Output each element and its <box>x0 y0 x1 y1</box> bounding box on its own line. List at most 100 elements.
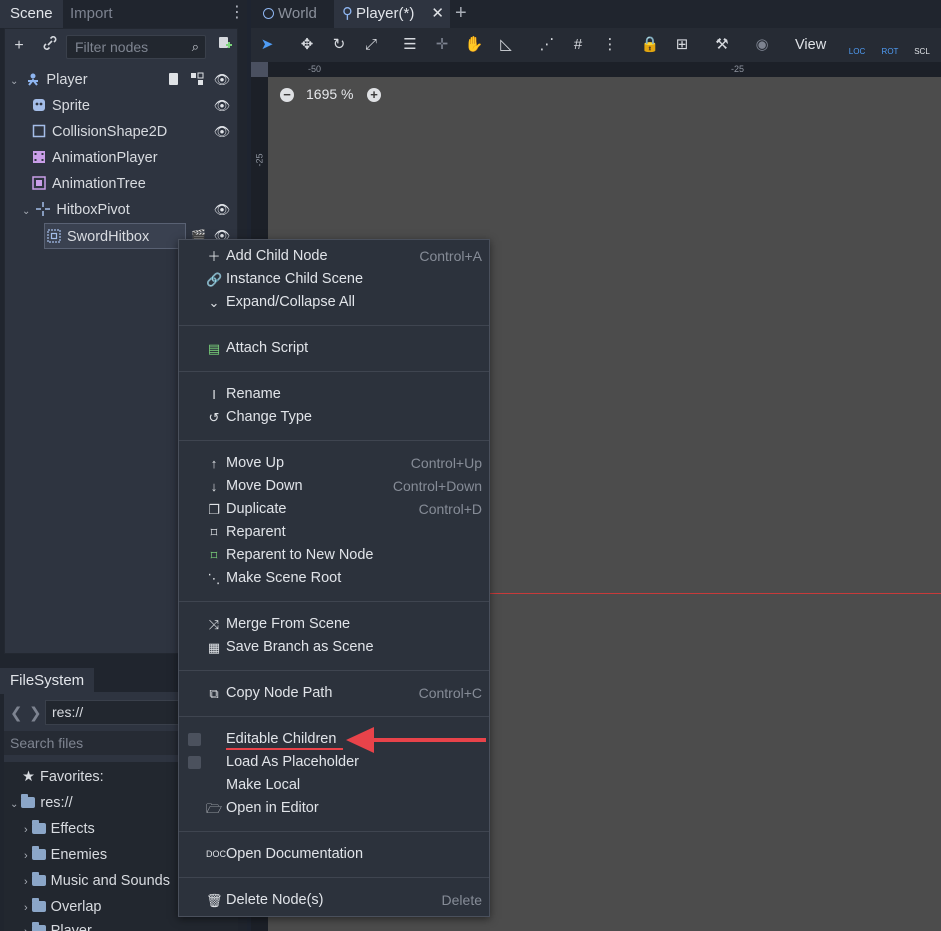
tree-row-animationtree[interactable]: AnimationTree <box>32 171 146 197</box>
tree-row-sprite[interactable]: Sprite <box>32 93 90 119</box>
menu-move-down[interactable]: ↓ Move Down Control+Down <box>179 475 489 498</box>
key-loc-icon[interactable]: LOC <box>845 33 869 57</box>
menu-change-type[interactable]: ↺ Change Type <box>179 406 489 429</box>
tree-row-collisionshape2d[interactable]: CollisionShape2D <box>32 119 167 145</box>
visibility-eye-icon[interactable]: 👁 <box>213 119 231 145</box>
visibility-eye-icon[interactable]: 👁 <box>213 197 231 223</box>
context-menu: ＋ Add Child Node Control+A 🔗 Instance Child… <box>178 239 490 917</box>
menu-delete-nodes[interactable]: 🗑 Delete Node(s) Delete <box>179 889 489 912</box>
folder-row[interactable]: › Music and Sounds <box>24 868 170 894</box>
move-mode-icon[interactable]: ✥ <box>295 33 319 57</box>
placeholder-checkbox[interactable] <box>188 756 201 769</box>
list-select-icon[interactable]: ☰ <box>398 33 422 57</box>
script-icon[interactable] <box>167 72 181 86</box>
zoom-out-button[interactable]: − <box>280 88 294 102</box>
folder-row[interactable]: › Enemies <box>24 842 107 868</box>
rotate-mode-icon[interactable]: ↻ <box>327 33 351 57</box>
res-root-row[interactable]: ⌄ res:// <box>10 790 73 816</box>
chevron-right-icon[interactable]: › <box>24 876 28 888</box>
chevron-right-icon[interactable]: › <box>24 824 28 836</box>
tree-row-animationplayer[interactable]: AnimationPlayer <box>32 145 158 171</box>
chevron-down-icon[interactable]: ⌄ <box>22 206 30 217</box>
ruler-mode-icon[interactable]: ◺ <box>494 33 518 57</box>
smart-snap-icon[interactable]: ⋰ <box>535 33 559 57</box>
folder-icon <box>31 872 46 886</box>
tab-label: World <box>278 5 317 22</box>
chevron-down-icon[interactable]: ⌄ <box>10 76 18 87</box>
horizontal-ruler: -50 -25 <box>268 62 941 77</box>
zoom-in-button[interactable]: + <box>367 88 381 102</box>
folder-row[interactable]: › Effects <box>24 816 95 842</box>
menu-instance-child-scene[interactable]: 🔗 Instance Child Scene <box>179 268 489 291</box>
node-label: HitboxPivot <box>56 202 130 218</box>
key-rot-icon[interactable]: ROT <box>878 33 902 57</box>
lock-icon[interactable]: 🔒 <box>638 33 662 57</box>
menu-expand-collapse-all[interactable]: ⌄ Expand/Collapse All <box>179 291 489 314</box>
favorites-row[interactable]: ★ Favorites: <box>22 764 104 790</box>
menu-attach-script[interactable]: ▤ Attach Script <box>179 337 489 360</box>
close-icon[interactable]: ✕ <box>431 0 444 28</box>
path-field[interactable]: res:// <box>45 700 195 725</box>
tab-player[interactable]: ⚲ Player(*) ✕ <box>334 0 450 28</box>
zoom-level[interactable]: 1695 % <box>306 86 353 102</box>
menu-save-branch-as-scene[interactable]: ▦ Save Branch as Scene <box>179 636 489 659</box>
pan-mode-icon[interactable]: ✋ <box>462 33 486 57</box>
camera-icon[interactable]: ◉ <box>750 33 774 57</box>
chevron-right-icon[interactable]: › <box>24 902 28 914</box>
editable-children-checkbox[interactable] <box>188 733 201 746</box>
menu-merge-from-scene[interactable]: ⤨ Merge From Scene <box>179 613 489 636</box>
menu-reparent[interactable]: ⌑ Reparent <box>179 521 489 544</box>
group-icon[interactable]: ⊞ <box>670 33 694 57</box>
menu-rename[interactable]: I Rename <box>179 383 489 406</box>
menu-make-local[interactable]: Make Local <box>179 774 489 797</box>
menu-duplicate[interactable]: ❐ Duplicate Control+D <box>179 498 489 521</box>
key-scl-icon[interactable]: SCL <box>910 33 934 57</box>
chevron-down-icon[interactable]: ⌄ <box>10 799 18 810</box>
instance-scene-button[interactable] <box>39 35 61 57</box>
tab-label: Player(*) <box>356 5 415 22</box>
group-icon[interactable] <box>190 72 204 86</box>
duplicate-icon: ❐ <box>208 502 220 517</box>
menu-reparent-to-new-node[interactable]: ⌑ Reparent to New Node <box>179 544 489 567</box>
folder-row[interactable]: › Overlap <box>24 894 101 920</box>
snap-options-icon[interactable]: ⋮ <box>598 33 622 57</box>
select-mode-icon[interactable]: ➤ <box>255 33 279 57</box>
menu-open-documentation[interactable]: DOC Open Documentation <box>179 843 489 866</box>
tab-import[interactable]: Import <box>60 0 123 28</box>
bone-icon[interactable]: ⚒ <box>710 33 734 57</box>
text-cursor-icon: I <box>212 387 216 402</box>
forward-icon[interactable]: ❯ <box>29 704 42 722</box>
script-add-icon: ▤ <box>207 341 221 356</box>
dock-menu-icon[interactable]: ⋮ <box>229 4 245 24</box>
chevron-right-icon[interactable]: › <box>24 850 28 862</box>
tab-world[interactable]: World <box>255 0 325 28</box>
visibility-eye-icon[interactable]: 👁 <box>213 93 231 119</box>
chevron-right-icon[interactable]: › <box>24 926 28 931</box>
tab-scene[interactable]: Scene <box>0 0 63 28</box>
menu-open-in-editor[interactable]: 🗁 Open in Editor <box>179 797 489 820</box>
add-node-button[interactable]: + <box>8 35 30 57</box>
visibility-eye-icon[interactable]: 👁 <box>213 67 231 93</box>
grid-snap-icon[interactable]: # <box>566 33 590 57</box>
ruler-label: -25 <box>731 64 745 74</box>
tree-row-hitboxpivot[interactable]: ⌄ HitboxPivot <box>22 197 130 223</box>
menu-load-as-placeholder[interactable]: Load As Placeholder <box>179 751 489 774</box>
folder-row[interactable]: › Player <box>24 918 92 931</box>
pivot-icon[interactable]: ✛ <box>430 33 454 57</box>
add-tab-button[interactable]: + <box>455 2 467 25</box>
filter-nodes-input[interactable]: Filter nodes ⌕ <box>66 35 206 59</box>
menu-make-scene-root[interactable]: ⋱ Make Scene Root <box>179 567 489 590</box>
menu-copy-node-path[interactable]: ⧉ Copy Node Path Control+C <box>179 682 489 705</box>
scale-mode-icon[interactable]: ⤢ <box>359 33 383 57</box>
menu-add-child-node[interactable]: ＋ Add Child Node Control+A <box>179 245 489 268</box>
kinematic-body-icon <box>28 73 39 86</box>
back-icon[interactable]: ❮ <box>10 704 23 722</box>
menu-move-up[interactable]: ↑ Move Up Control+Up <box>179 452 489 475</box>
view-menu[interactable]: View <box>795 37 826 53</box>
link-icon: 🔗 <box>206 272 223 287</box>
attach-script-button[interactable] <box>214 35 236 57</box>
tree-row-player[interactable]: ⌄ Player <box>10 67 88 93</box>
tree-row-swordhitbox[interactable]: SwordHitbox <box>44 223 186 249</box>
search-files-input[interactable]: Search files <box>4 731 194 755</box>
tab-filesystem[interactable]: FileSystem <box>0 668 95 694</box>
